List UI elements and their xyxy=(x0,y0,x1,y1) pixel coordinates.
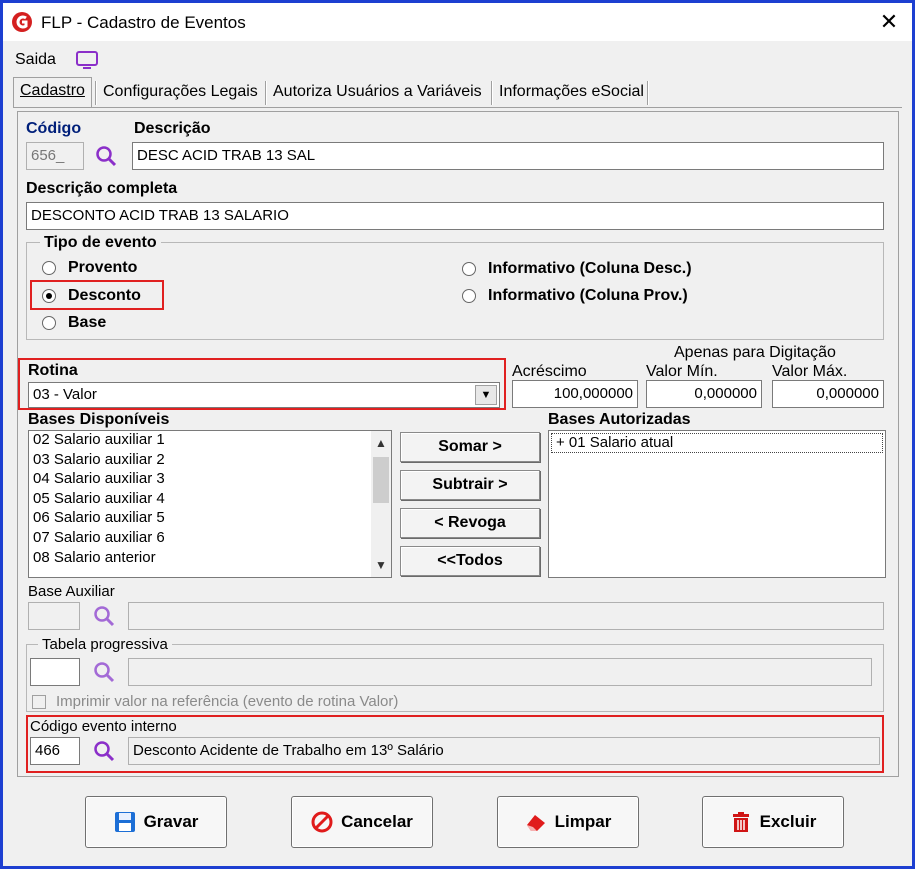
scrollbar[interactable]: ▲ ▼ xyxy=(371,431,391,577)
chevron-down-icon[interactable]: ▼ xyxy=(371,555,391,575)
bases-disponiveis-list[interactable]: 02 Salario auxiliar 1 03 Salario auxilia… xyxy=(28,430,392,578)
eraser-icon xyxy=(526,815,545,831)
radio-informativo-prov[interactable]: Informativo (Coluna Prov.) xyxy=(462,287,688,305)
radio-base[interactable]: Base xyxy=(42,314,106,332)
radio-circle[interactable] xyxy=(42,316,56,330)
tab-configuracoes-legais[interactable]: Configurações Legais xyxy=(97,79,264,107)
descricao-completa-input[interactable]: DESCONTO ACID TRAB 13 SALARIO xyxy=(26,202,884,230)
tipo-evento-title: Tipo de evento xyxy=(40,234,161,252)
valor-max-label: Valor Máx. xyxy=(772,363,848,380)
monitor-icon[interactable] xyxy=(75,50,99,70)
tab-strip: Cadastro Configurações Legais Autoriza U… xyxy=(13,77,912,107)
search-icon[interactable] xyxy=(94,144,118,168)
base-auxiliar-desc[interactable] xyxy=(128,602,884,630)
highlight-desconto xyxy=(30,280,164,310)
trash-icon xyxy=(732,812,749,832)
valor-min-label: Valor Mín. xyxy=(646,363,718,380)
imprimir-checkbox[interactable] xyxy=(32,695,46,709)
radio-informativo-desc[interactable]: Informativo (Coluna Desc.) xyxy=(462,260,692,278)
highlight-codigo-interno xyxy=(26,715,884,773)
list-item[interactable]: 05 Salario auxiliar 4 xyxy=(29,490,391,510)
radio-circle[interactable] xyxy=(42,261,56,275)
close-button[interactable]: ✕ xyxy=(876,9,902,35)
apenas-digitacao-label: Apenas para Digitação xyxy=(674,344,836,361)
window-title: FLP - Cadastro de Eventos xyxy=(41,13,246,32)
codigo-label: Código xyxy=(26,120,82,137)
scroll-thumb[interactable] xyxy=(373,457,389,503)
imprimir-label: Imprimir valor na referência (evento de … xyxy=(56,693,399,710)
descricao-completa-label: Descrição completa xyxy=(26,180,178,197)
valor-min-input[interactable]: 0,000000 xyxy=(646,380,762,408)
list-item[interactable]: 02 Salario auxiliar 1 xyxy=(29,431,391,451)
tabela-progressiva-code[interactable] xyxy=(30,658,80,686)
app-logo-icon xyxy=(12,12,32,32)
title-bar: FLP - Cadastro de Eventos ✕ xyxy=(3,3,912,41)
excluir-button[interactable]: Excluir xyxy=(702,796,844,848)
acrescimo-label: Acréscimo xyxy=(512,363,587,380)
codigo-input[interactable]: 656_ xyxy=(26,142,84,170)
list-item[interactable]: 06 Salario auxiliar 5 xyxy=(29,509,391,529)
bases-autorizadas-label: Bases Autorizadas xyxy=(548,411,691,428)
save-icon xyxy=(114,812,135,832)
descricao-label: Descrição xyxy=(134,120,211,137)
radio-provento[interactable]: Provento xyxy=(42,259,137,277)
list-item[interactable]: 08 Salario anterior xyxy=(29,549,391,569)
search-icon[interactable] xyxy=(92,604,116,628)
cancelar-button[interactable]: Cancelar xyxy=(291,796,433,848)
chevron-up-icon[interactable]: ▲ xyxy=(371,433,391,453)
revoga-button[interactable]: < Revoga xyxy=(400,508,540,538)
somar-button[interactable]: Somar > xyxy=(400,432,540,462)
tab-informacoes-esocial[interactable]: Informações eSocial xyxy=(493,79,650,107)
tab-autoriza-usuarios[interactable]: Autoriza Usuários a Variáveis xyxy=(267,79,488,107)
cancel-icon xyxy=(311,811,333,833)
subtrair-button[interactable]: Subtrair > xyxy=(400,470,540,500)
search-icon[interactable] xyxy=(92,660,116,684)
radio-circle[interactable] xyxy=(462,289,476,303)
bases-autorizadas-list[interactable]: + 01 Salario atual xyxy=(548,430,886,578)
base-auxiliar-label: Base Auxiliar xyxy=(28,583,115,600)
todos-button[interactable]: <<Todos xyxy=(400,546,540,576)
menu-bar: Saida xyxy=(3,47,912,73)
tab-cadastro[interactable]: Cadastro xyxy=(13,77,92,107)
tabela-progressiva-desc[interactable] xyxy=(128,658,872,686)
list-item[interactable]: 04 Salario auxiliar 3 xyxy=(29,470,391,490)
cadastro-panel: Código 656_ Descrição DESC ACID TRAB 13 … xyxy=(17,111,899,777)
limpar-button[interactable]: Limpar xyxy=(497,796,639,848)
list-item[interactable]: 03 Salario auxiliar 2 xyxy=(29,451,391,471)
descricao-input[interactable]: DESC ACID TRAB 13 SAL xyxy=(132,142,884,170)
base-auxiliar-code[interactable] xyxy=(28,602,80,630)
menu-saida[interactable]: Saida xyxy=(15,51,56,69)
acrescimo-input[interactable]: 100,000000 xyxy=(512,380,638,408)
main-window: FLP - Cadastro de Eventos ✕ Saida Cadast… xyxy=(0,0,915,869)
list-item[interactable]: + 01 Salario atual xyxy=(551,433,883,453)
bases-disponiveis-label: Bases Disponíveis xyxy=(28,411,170,428)
highlight-rotina xyxy=(18,358,506,410)
tabela-progressiva-title: Tabela progressiva xyxy=(38,636,172,653)
valor-max-input[interactable]: 0,000000 xyxy=(772,380,884,408)
list-item[interactable]: 07 Salario auxiliar 6 xyxy=(29,529,391,549)
radio-circle[interactable] xyxy=(462,262,476,276)
gravar-button[interactable]: Gravar xyxy=(85,796,227,848)
